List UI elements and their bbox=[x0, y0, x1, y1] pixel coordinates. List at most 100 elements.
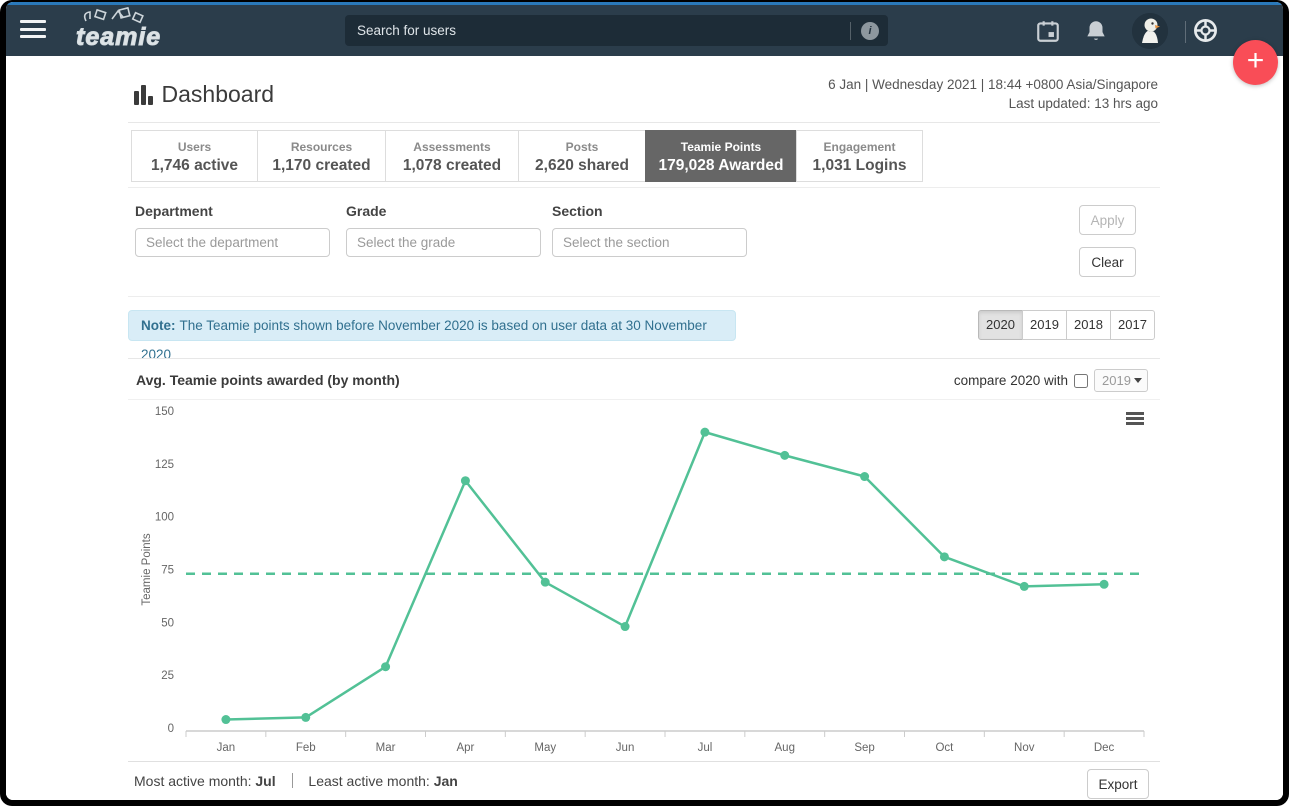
note-prefix: Note: bbox=[141, 318, 176, 333]
chart-title: Avg. Teamie points awarded (by month) bbox=[136, 372, 400, 388]
plus-icon: + bbox=[1246, 44, 1265, 77]
chart-card-header: Avg. Teamie points awarded (by month) co… bbox=[128, 358, 1160, 400]
note-row: Note: The Teamie points shown before Nove… bbox=[128, 310, 1160, 362]
stat-tab-label: Resources bbox=[290, 140, 353, 154]
export-button[interactable]: Export bbox=[1087, 769, 1149, 799]
svg-text:150: 150 bbox=[155, 406, 174, 418]
teamie-logo[interactable]: teamie bbox=[68, 6, 168, 55]
logo-text: teamie bbox=[75, 23, 162, 52]
svg-text:Nov: Nov bbox=[1014, 742, 1035, 754]
year-button-2020[interactable]: 2020 bbox=[978, 310, 1023, 340]
compare-checkbox[interactable] bbox=[1074, 373, 1088, 388]
grade-input[interactable] bbox=[346, 228, 541, 257]
stat-tabs: Users 1,746 active Resources 1,170 creat… bbox=[131, 130, 923, 182]
stat-tab-teamie-points[interactable]: Teamie Points 179,028 Awarded bbox=[645, 130, 797, 182]
filter-panel: Department Grade Section Apply Clear bbox=[128, 187, 1160, 297]
stat-tab-users[interactable]: Users 1,746 active bbox=[131, 130, 258, 182]
year-button-2017[interactable]: 2017 bbox=[1110, 310, 1155, 340]
svg-text:50: 50 bbox=[161, 617, 174, 629]
menu-icon[interactable] bbox=[20, 20, 46, 40]
svg-text:100: 100 bbox=[155, 512, 174, 524]
svg-text:Jul: Jul bbox=[698, 742, 713, 754]
stat-tab-label: Posts bbox=[565, 140, 599, 154]
compare-label: compare 2020 with bbox=[953, 373, 1068, 388]
stat-tab-engagement[interactable]: Engagement 1,031 Logins bbox=[796, 130, 923, 182]
date-block: 6 Jan | Wednesday 2021 | 18:44 +0800 Asi… bbox=[828, 75, 1158, 113]
search-divider bbox=[850, 21, 851, 40]
compare-year-value: 2019 bbox=[1102, 373, 1131, 388]
svg-text:125: 125 bbox=[155, 459, 174, 471]
app-viewport: teamie i bbox=[6, 2, 1283, 800]
summary-divider bbox=[291, 773, 293, 788]
calendar-button[interactable] bbox=[1035, 18, 1065, 44]
notifications-button[interactable] bbox=[1083, 18, 1113, 44]
line-chart: 0 25 50 75 100 125 150 Teamie Points Jan Feb Mar Ap… bbox=[141, 406, 1145, 754]
svg-text:25: 25 bbox=[161, 670, 174, 682]
stat-tab-value: 1,746 active bbox=[150, 157, 239, 174]
note-banner: Note: The Teamie points shown before Nove… bbox=[128, 310, 736, 362]
grade-label: Grade bbox=[346, 203, 387, 219]
dashboard-content: Dashboard 6 Jan | Wednesday 2021 | 18:44… bbox=[128, 56, 1160, 800]
chart-region[interactable]: 0 25 50 75 100 125 150 Teamie Points Jan Feb Mar Ap… bbox=[128, 400, 1160, 757]
svg-text:Jun: Jun bbox=[616, 742, 635, 754]
stat-tab-value: 1,170 created bbox=[272, 157, 371, 174]
clear-button[interactable]: Clear bbox=[1079, 247, 1136, 277]
most-active-value: Jul bbox=[255, 773, 276, 789]
last-updated: Last updated: 13 hrs ago bbox=[1008, 96, 1158, 111]
svg-text:0: 0 bbox=[168, 723, 174, 735]
svg-text:Apr: Apr bbox=[456, 742, 474, 754]
least-active-value: Jan bbox=[433, 773, 458, 789]
section-label: Section bbox=[552, 203, 603, 219]
compare-year-select[interactable]: 2019 bbox=[1094, 369, 1148, 392]
add-button[interactable]: + bbox=[1233, 40, 1278, 85]
stat-tab-label: Teamie Points bbox=[680, 140, 762, 154]
navbar-divider bbox=[1185, 21, 1186, 43]
svg-text:Sep: Sep bbox=[854, 742, 874, 754]
department-input[interactable] bbox=[135, 228, 330, 257]
avatar-image bbox=[1132, 13, 1168, 49]
stat-tab-posts[interactable]: Posts 2,620 shared bbox=[518, 130, 646, 182]
section-filter: Section bbox=[552, 203, 747, 257]
stat-tab-label: Engagement bbox=[823, 140, 896, 154]
stat-tab-value: 1,078 created bbox=[402, 157, 502, 174]
svg-text:Oct: Oct bbox=[935, 742, 954, 754]
most-active-label: Most active month: bbox=[134, 773, 252, 789]
lifebuoy-icon bbox=[1194, 19, 1217, 42]
search-input[interactable] bbox=[345, 23, 850, 38]
page-title: Dashboard bbox=[134, 81, 274, 108]
bell-icon bbox=[1087, 21, 1105, 40]
stat-tab-label: Assessments bbox=[413, 140, 491, 154]
avatar[interactable] bbox=[1132, 13, 1168, 49]
svg-text:75: 75 bbox=[161, 565, 174, 577]
user-search-bar: i bbox=[345, 15, 888, 46]
activity-summary: Most active month: Jul Least active mont… bbox=[134, 773, 458, 789]
svg-text:Dec: Dec bbox=[1094, 742, 1115, 754]
bar-chart-icon bbox=[134, 84, 153, 105]
stat-tab-value: 2,620 shared bbox=[535, 157, 629, 174]
svg-text:Teamie Points: Teamie Points bbox=[141, 533, 153, 605]
info-icon[interactable]: i bbox=[861, 21, 879, 40]
stat-tab-assessments[interactable]: Assessments 1,078 created bbox=[385, 130, 519, 182]
window-frame: teamie i bbox=[0, 0, 1289, 806]
section-input[interactable] bbox=[552, 228, 747, 257]
compare-controls: compare 2020 with 2019 bbox=[954, 369, 1148, 392]
stat-tab-value: 1,031 Logins bbox=[812, 157, 907, 174]
svg-text:Jan: Jan bbox=[217, 742, 236, 754]
apply-button[interactable]: Apply bbox=[1079, 205, 1136, 235]
help-button[interactable] bbox=[1192, 17, 1222, 43]
chevron-down-icon bbox=[1134, 378, 1142, 383]
chart-footer: Most active month: Jul Least active mont… bbox=[128, 761, 1160, 800]
chart-menu-icon[interactable] bbox=[1126, 412, 1144, 426]
page-header: Dashboard 6 Jan | Wednesday 2021 | 18:44… bbox=[128, 75, 1160, 123]
stat-tab-resources[interactable]: Resources 1,170 created bbox=[257, 130, 386, 182]
svg-text:Feb: Feb bbox=[296, 742, 316, 754]
year-button-group: 2020 2019 2018 2017 bbox=[978, 310, 1155, 340]
current-datetime: 6 Jan | Wednesday 2021 | 18:44 +0800 Asi… bbox=[828, 77, 1158, 92]
year-button-2018[interactable]: 2018 bbox=[1066, 310, 1111, 340]
stat-tab-value: 179,028 Awarded bbox=[658, 157, 784, 174]
year-button-2019[interactable]: 2019 bbox=[1022, 310, 1067, 340]
svg-text:Aug: Aug bbox=[775, 742, 795, 754]
main-area: Dashboard 6 Jan | Wednesday 2021 | 18:44… bbox=[6, 56, 1283, 800]
svg-text:May: May bbox=[534, 742, 556, 754]
department-filter: Department bbox=[135, 203, 330, 257]
